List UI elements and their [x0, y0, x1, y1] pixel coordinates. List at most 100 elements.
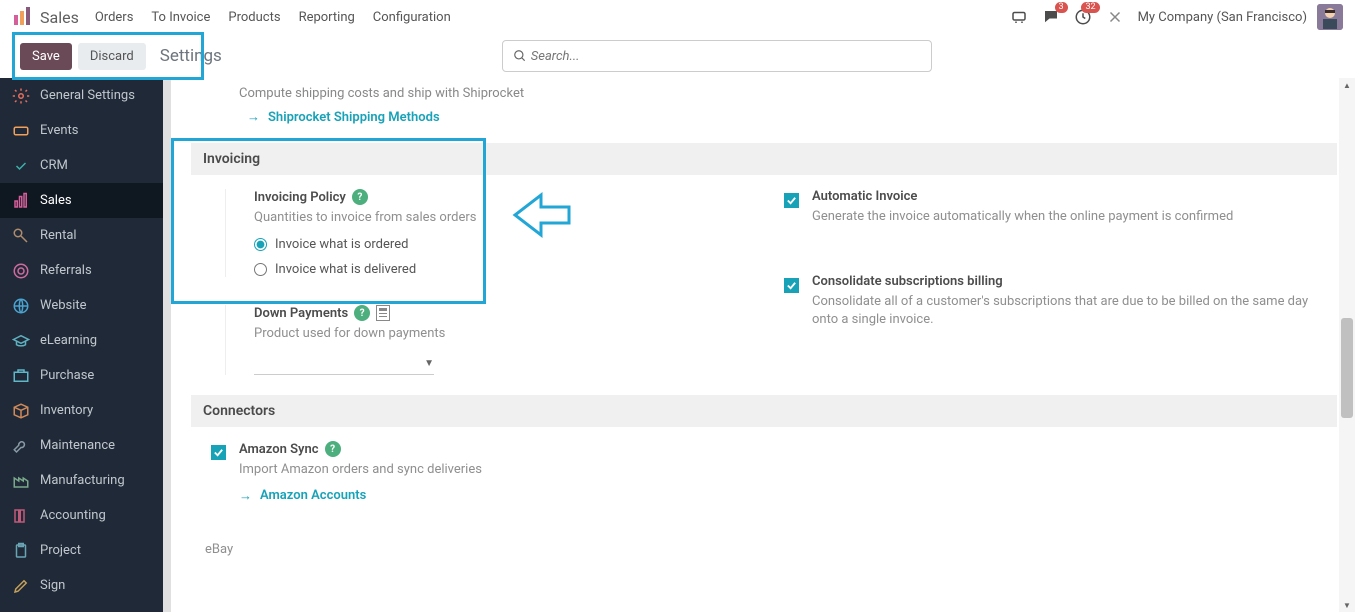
app-brand[interactable]: Sales — [40, 8, 79, 27]
sidebar-item-project[interactable]: Project — [0, 533, 163, 568]
wrench-icon — [12, 437, 30, 455]
consolidate-desc: Consolidate all of a customer's subscrip… — [812, 293, 1317, 329]
auto-invoice-title: Automatic Invoice — [812, 189, 917, 204]
arrow-right-icon: → — [239, 488, 252, 504]
sidebar-item-referrals[interactable]: Referrals — [0, 253, 163, 288]
radio-delivered-input[interactable] — [254, 263, 267, 276]
auto-invoice-desc: Generate the invoice automatically when … — [812, 208, 1317, 226]
sidebar-scrollbar[interactable] — [163, 78, 171, 612]
sidebar-item-label: Inventory — [40, 403, 93, 418]
invoicing-policy-title: Invoicing Policy — [254, 190, 346, 205]
box-icon — [12, 402, 30, 420]
radio-invoice-delivered[interactable]: Invoice what is delivered — [254, 262, 744, 277]
nav-to-invoice[interactable]: To Invoice — [151, 10, 210, 25]
shiprocket-link-label: Shiprocket Shipping Methods — [268, 110, 440, 125]
down-payment-product-select[interactable]: ▼ — [254, 353, 434, 375]
consolidate-title: Consolidate subscriptions billing — [812, 274, 1003, 289]
help-icon[interactable]: ? — [354, 305, 370, 321]
sidebar-item-label: Website — [40, 298, 87, 313]
sidebar-item-sales[interactable]: Sales — [0, 183, 163, 218]
ebay-partial: eBay — [191, 542, 1337, 563]
calculator-icon[interactable] — [376, 305, 390, 321]
help-icon[interactable]: ? — [325, 441, 341, 457]
content-scrollbar[interactable]: ▲ ▼ — [1339, 78, 1355, 612]
sidebar-item-label: Sales — [40, 193, 72, 208]
sidebar-item-rental[interactable]: Rental — [0, 218, 163, 253]
nav-products[interactable]: Products — [228, 10, 280, 25]
app-logo-icon — [12, 7, 32, 27]
sidebar-item-sign[interactable]: Sign — [0, 568, 163, 603]
sidebar-item-label: eLearning — [40, 333, 97, 348]
sidebar-item-website[interactable]: Website — [0, 288, 163, 323]
gear-icon — [12, 87, 30, 105]
sidebar-item-general-settings[interactable]: General Settings — [0, 78, 163, 113]
sidebar-item-label: Referrals — [40, 263, 92, 278]
save-button[interactable]: Save — [20, 43, 72, 70]
search-input[interactable] — [531, 49, 921, 64]
amazon-sync-title: Amazon Sync — [239, 442, 319, 457]
amazon-accounts-label: Amazon Accounts — [260, 488, 366, 503]
sidebar-item-purchase[interactable]: Purchase — [0, 358, 163, 393]
books-icon — [12, 507, 30, 525]
pen-icon — [12, 577, 30, 595]
factory-icon — [12, 472, 30, 490]
sidebar-item-crm[interactable]: CRM — [0, 148, 163, 183]
target-icon — [12, 262, 30, 280]
down-payments-desc: Product used for down payments — [254, 325, 744, 343]
user-avatar[interactable] — [1317, 4, 1343, 30]
checkbox-amazon[interactable] — [211, 445, 226, 460]
annotation-arrow-icon — [511, 190, 571, 244]
company-name[interactable]: My Company (San Francisco) — [1138, 10, 1307, 25]
action-bar: Save Discard Settings — [0, 34, 1355, 78]
clock-badge: 32 — [1081, 2, 1099, 13]
radio-invoice-ordered[interactable]: Invoice what is ordered — [254, 237, 744, 252]
globe-icon — [12, 297, 30, 315]
sidebar-item-inventory[interactable]: Inventory — [0, 393, 163, 428]
top-navbar: Sales Orders To Invoice Products Reporti… — [0, 0, 1355, 34]
chat-icon[interactable]: 3 — [1042, 8, 1060, 26]
sidebar-item-label: General Settings — [40, 88, 135, 103]
sidebar-item-manufacturing[interactable]: Manufacturing — [0, 463, 163, 498]
amazon-accounts-link[interactable]: → Amazon Accounts — [239, 488, 744, 504]
caret-down-icon: ▼ — [424, 358, 434, 369]
sidebar-item-maintenance[interactable]: Maintenance — [0, 428, 163, 463]
sidebar-item-label: Manufacturing — [40, 473, 125, 488]
sidebar-item-label: Accounting — [40, 508, 106, 523]
scroll-thumb[interactable] — [1341, 318, 1353, 418]
ticket-icon — [12, 122, 30, 140]
tools-icon[interactable] — [1106, 8, 1124, 26]
nav-reporting[interactable]: Reporting — [299, 10, 355, 25]
checkbox-auto-invoice[interactable] — [784, 193, 799, 208]
settings-content: Compute shipping costs and ship with Shi… — [171, 78, 1355, 612]
search-icon — [513, 49, 527, 63]
sidebar-item-label: Maintenance — [40, 438, 115, 453]
shiprocket-link[interactable]: → Shiprocket Shipping Methods — [247, 109, 1337, 125]
sidebar-item-label: Rental — [40, 228, 77, 243]
sidebar-item-label: Purchase — [40, 368, 94, 383]
sidebar-item-label: CRM — [40, 158, 68, 173]
clock-icon[interactable]: 32 — [1074, 8, 1092, 26]
sidebar-item-events[interactable]: Events — [0, 113, 163, 148]
invoicing-policy-desc: Quantities to invoice from sales orders — [254, 209, 744, 227]
sidebar-item-accounting[interactable]: Accounting — [0, 498, 163, 533]
sidebar-item-elearning[interactable]: eLearning — [0, 323, 163, 358]
scroll-down-icon[interactable]: ▼ — [1339, 598, 1355, 612]
key-icon — [12, 227, 30, 245]
checkbox-consolidate[interactable] — [784, 278, 799, 293]
nav-orders[interactable]: Orders — [95, 10, 134, 25]
shiprocket-desc: Compute shipping costs and ship with Shi… — [239, 86, 1337, 101]
discard-button[interactable]: Discard — [78, 43, 146, 70]
search-box[interactable] — [502, 40, 932, 72]
sidebar-item-label: Events — [40, 123, 78, 138]
scroll-up-icon[interactable]: ▲ — [1339, 78, 1355, 92]
handshake-icon — [12, 157, 30, 175]
radio-ordered-input[interactable] — [254, 238, 267, 251]
nav-configuration[interactable]: Configuration — [373, 10, 451, 25]
breadcrumb: Settings — [160, 46, 222, 66]
settings-sidebar: General Settings Events CRM Sales Rental Refe… — [0, 78, 163, 612]
section-connectors-header: Connectors — [191, 395, 1337, 427]
chat-badge: 3 — [1055, 2, 1068, 13]
down-payments-title: Down Payments — [254, 306, 348, 321]
phone-icon[interactable] — [1010, 8, 1028, 26]
help-icon[interactable]: ? — [352, 189, 368, 205]
